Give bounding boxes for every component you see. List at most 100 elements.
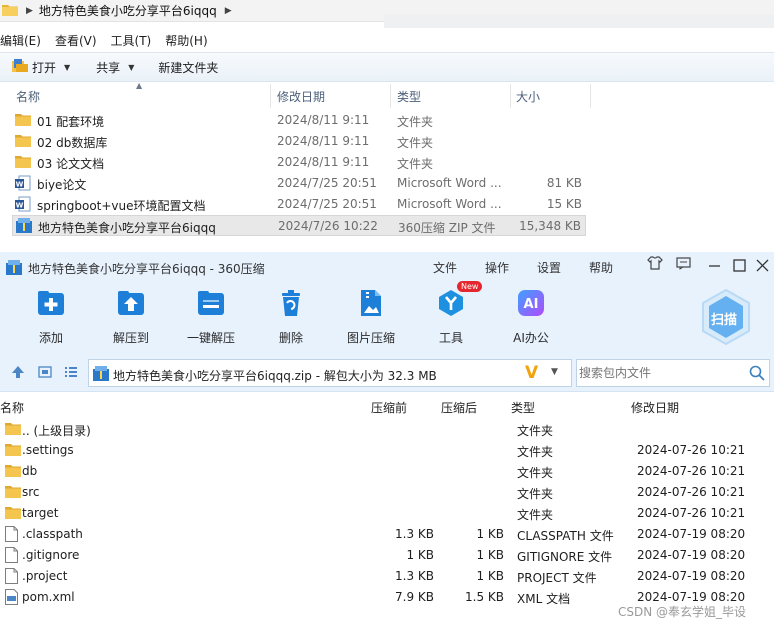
zip-menu-file[interactable]: 文件 bbox=[433, 259, 457, 276]
table-row[interactable]: .project 1.3 KB 1 KB PROJECT 文件 2024-07-19 0… bbox=[0, 566, 774, 587]
menu-edit[interactable]: 编辑(E) bbox=[0, 32, 41, 49]
zip-entry-type: 文件夹 bbox=[517, 508, 554, 522]
file-date: 2024/7/25 20:51 bbox=[277, 197, 377, 211]
scan-button[interactable]: 扫描 bbox=[700, 288, 752, 346]
zip-entry-compressed-size: 1.3 KB bbox=[395, 527, 434, 541]
column-divider[interactable] bbox=[590, 84, 591, 108]
maximize-icon[interactable] bbox=[733, 258, 746, 276]
share-button[interactable]: 共享 ▼ bbox=[90, 55, 140, 79]
table-row[interactable]: .classpath 1.3 KB 1 KB CLASSPATH 文件 2024-07-… bbox=[0, 524, 774, 545]
search-input[interactable] bbox=[579, 364, 739, 382]
folder-icon bbox=[5, 484, 21, 501]
zip-col-date[interactable]: 修改日期 bbox=[631, 399, 679, 416]
zip-entry-date: 2024-07-19 08:20 bbox=[637, 569, 746, 583]
col-name[interactable]: 名称 bbox=[16, 88, 40, 105]
table-row[interactable]: db 文件夹 2024-07-26 10:21 bbox=[0, 461, 774, 482]
delete-icon bbox=[276, 288, 306, 318]
zip-entry-compressed-size: 1 KB bbox=[406, 548, 434, 562]
explorer-address-bar[interactable]: ▶ 地方特色美食小吃分享平台6iqqq ▶ bbox=[0, 0, 774, 28]
file-name: 地方特色美食小吃分享平台6iqqq bbox=[38, 221, 216, 235]
menu-tools[interactable]: 工具(T) bbox=[111, 32, 152, 49]
ai-office-button[interactable]: AI AI办公 bbox=[496, 288, 566, 346]
chevron-right-icon[interactable]: ▶ bbox=[225, 6, 232, 16]
chevron-down-icon[interactable]: ▼ bbox=[551, 367, 558, 377]
close-icon[interactable] bbox=[756, 258, 769, 276]
file-type: 360压缩 ZIP 文件 bbox=[398, 221, 496, 235]
list-item[interactable]: 01 配套环境 2024/8/11 9:11 文件夹 bbox=[12, 110, 586, 131]
zip-entry-type: XML 文档 bbox=[517, 592, 571, 606]
folder-icon bbox=[2, 3, 18, 19]
list-item[interactable]: 03 论文文档 2024/8/11 9:11 文件夹 bbox=[12, 152, 586, 173]
folder-icon bbox=[5, 442, 21, 459]
zip-entry-original-size: 1 KB bbox=[476, 548, 504, 562]
menu-help[interactable]: 帮助(H) bbox=[165, 32, 207, 49]
zip-column-headers: 名称 压缩前 压缩后 类型 修改日期 bbox=[0, 396, 774, 418]
watermark: CSDN @奉玄学姐_毕设 bbox=[618, 605, 747, 619]
zip-path-text: 地方特色美食小吃分享平台6iqqq.zip - 解包大小为 32.3 MB bbox=[113, 369, 437, 383]
zip-entry-type: PROJECT 文件 bbox=[517, 571, 597, 585]
minimize-icon[interactable] bbox=[708, 258, 721, 276]
new-folder-button[interactable]: 新建文件夹 bbox=[152, 55, 224, 79]
menu-view[interactable]: 查看(V) bbox=[55, 32, 97, 49]
zip-col-compressed[interactable]: 压缩前 bbox=[371, 399, 407, 416]
one-click-extract-button[interactable]: 一键解压 bbox=[176, 288, 246, 346]
zip-col-original[interactable]: 压缩后 bbox=[441, 399, 477, 416]
image-compress-button[interactable]: 图片压缩 bbox=[336, 288, 406, 346]
zip-menu-help[interactable]: 帮助 bbox=[589, 259, 613, 276]
feedback-icon[interactable] bbox=[676, 256, 691, 274]
search-icon[interactable] bbox=[749, 365, 765, 384]
zip-icon bbox=[93, 366, 109, 384]
add-button[interactable]: 添加 bbox=[16, 288, 86, 346]
zip-col-type[interactable]: 类型 bbox=[511, 399, 535, 416]
thumbnail-view-icon[interactable] bbox=[38, 365, 52, 383]
table-row[interactable]: .. (上级目录) 文件夹 bbox=[0, 419, 774, 440]
skin-icon[interactable] bbox=[647, 256, 663, 274]
list-item[interactable]: Wbiye论文 2024/7/25 20:51 Microsoft Word ...… bbox=[12, 173, 586, 194]
table-row[interactable]: .settings 文件夹 2024-07-26 10:21 bbox=[0, 440, 774, 461]
zip-entry-name: .classpath bbox=[22, 527, 83, 541]
col-type[interactable]: 类型 bbox=[397, 88, 421, 105]
v-logo-icon[interactable]: V bbox=[525, 363, 538, 383]
zip-menu-operate[interactable]: 操作 bbox=[485, 259, 509, 276]
column-divider[interactable] bbox=[270, 84, 271, 108]
col-date[interactable]: 修改日期 bbox=[277, 88, 325, 105]
zip-entry-date: 2024-07-19 08:20 bbox=[637, 590, 746, 604]
zip-col-name[interactable]: 名称 bbox=[0, 399, 24, 416]
open-button[interactable]: 打开 ▼ bbox=[6, 55, 76, 79]
zip-entry-type: CLASSPATH 文件 bbox=[517, 529, 614, 543]
chevron-down-icon: ▼ bbox=[128, 62, 135, 72]
up-arrow-icon[interactable] bbox=[11, 365, 25, 383]
folder-icon bbox=[15, 112, 31, 129]
address-blur-region bbox=[384, 14, 774, 28]
zip-entry-name: src bbox=[22, 485, 40, 499]
list-item[interactable]: 02 db数据库 2024/8/11 9:11 文件夹 bbox=[12, 131, 586, 152]
list-view-icon[interactable] bbox=[64, 365, 78, 383]
file-size: 15,348 KB bbox=[519, 219, 581, 233]
list-item[interactable]: Wspringboot+vue环境配置文档 2024/7/25 20:51 Micr… bbox=[12, 194, 586, 215]
zip-entry-compressed-size: 1.3 KB bbox=[395, 569, 434, 583]
tools-icon: New bbox=[436, 281, 483, 318]
table-row[interactable]: target 文件夹 2024-07-26 10:21 bbox=[0, 503, 774, 524]
table-row[interactable]: .gitignore 1 KB 1 KB GITIGNORE 文件 2024-07-19… bbox=[0, 545, 774, 566]
zip-menu-settings[interactable]: 设置 bbox=[537, 259, 561, 276]
zip-window-title: 地方特色美食小吃分享平台6iqqq - 360压缩 bbox=[28, 262, 265, 276]
zip-icon bbox=[16, 218, 32, 236]
col-size[interactable]: 大小 bbox=[516, 88, 540, 105]
column-divider[interactable] bbox=[390, 84, 391, 108]
tools-button[interactable]: New 工具 bbox=[416, 281, 486, 346]
file-name: springboot+vue环境配置文档 bbox=[37, 199, 206, 213]
list-item[interactable]: 地方特色美食小吃分享平台6iqqq 2024/7/26 10:22 360压缩 ZI… bbox=[12, 215, 586, 236]
extract-to-icon bbox=[116, 288, 146, 318]
folder-icon bbox=[15, 154, 31, 171]
zip-path-field[interactable]: 地方特色美食小吃分享平台6iqqq.zip - 解包大小为 32.3 MB V … bbox=[88, 359, 572, 387]
delete-button[interactable]: 删除 bbox=[256, 288, 326, 346]
extract-to-button[interactable]: 解压到 bbox=[96, 288, 166, 346]
zip-entry-name: db bbox=[22, 464, 38, 478]
svg-text:W: W bbox=[16, 181, 24, 189]
column-divider[interactable] bbox=[510, 84, 511, 108]
xml-file-icon bbox=[5, 589, 18, 608]
zip-address-bar: 地方特色美食小吃分享平台6iqqq.zip - 解包大小为 32.3 MB V … bbox=[0, 354, 774, 392]
zip-entry-type: 文件夹 bbox=[517, 466, 554, 480]
breadcrumb[interactable]: 地方特色美食小吃分享平台6iqqq bbox=[39, 2, 217, 19]
table-row[interactable]: src 文件夹 2024-07-26 10:21 bbox=[0, 482, 774, 503]
